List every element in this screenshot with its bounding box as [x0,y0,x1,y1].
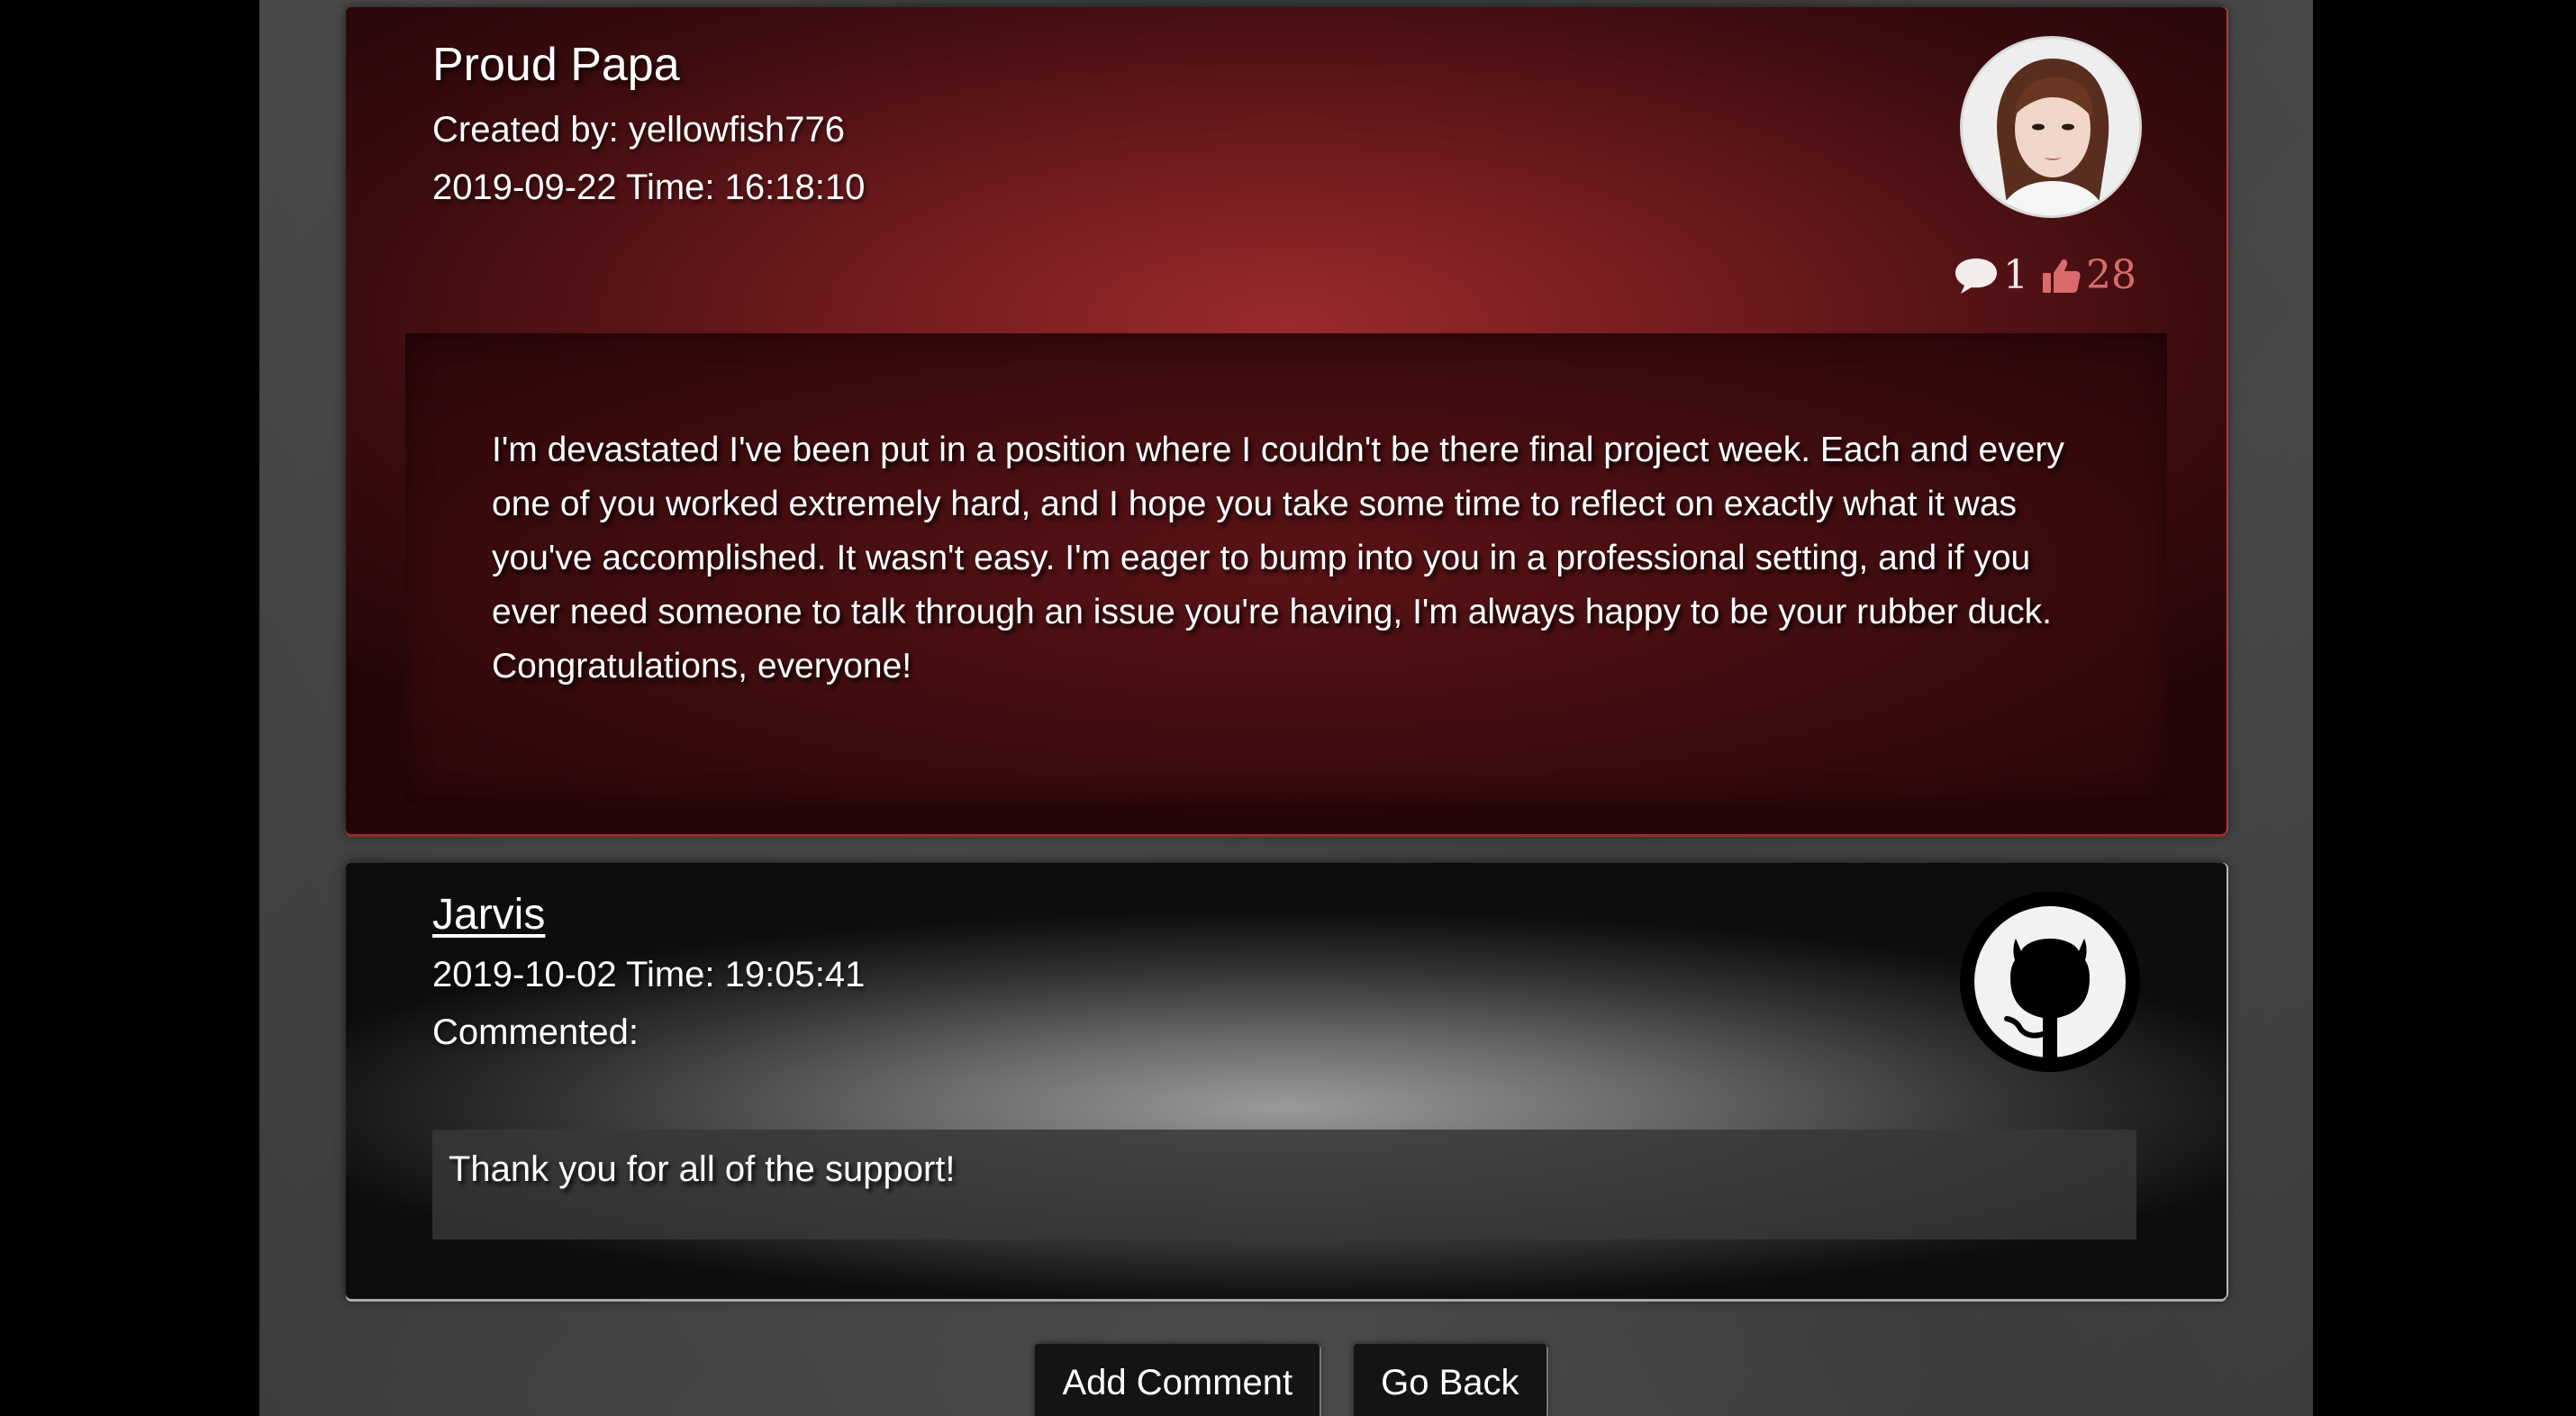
content-column: Proud Papa Created by: yellowfish776 201… [259,0,2313,1416]
speech-bubble-icon [1955,258,1997,294]
comment-body-box: Thank you for all of the support! [432,1130,2136,1239]
comment-datetime: 2019-10-02 Time: 19:05:41 [432,955,866,994]
post-stats: 1 28 [1953,252,2136,298]
go-back-button[interactable]: Go Back [1354,1344,1547,1416]
thumbs-up-icon [2043,259,2081,293]
comment-label: Commented: [432,1012,639,1052]
page: Proud Papa Created by: yellowfish776 201… [0,0,2576,1416]
post-card: Proud Papa Created by: yellowfish776 201… [346,7,2227,834]
like-count[interactable]: 28 [2041,252,2136,298]
user-photo-avatar-icon [1963,39,2139,215]
post-datetime: 2019-09-22 Time: 16:18:10 [432,168,866,207]
comment-count[interactable]: 1 [1953,252,2028,298]
commenter-avatar [1960,892,2140,1072]
comment-card: Jarvis 2019-10-02 Time: 19:05:41 Comment… [346,863,2227,1299]
github-icon [1960,892,2140,1072]
post-title: Proud Papa [432,39,680,91]
post-body: I'm devastated I've been put in a positi… [492,431,2064,685]
post-body-box: I'm devastated I've been put in a positi… [405,333,2167,802]
author-avatar [1960,36,2142,218]
comment-body: Thank you for all of the support! [449,1149,956,1189]
post-creator: Created by: yellowfish776 [432,110,846,150]
action-bar: Add Comment Go Back [259,1344,2313,1416]
comment-author-link[interactable]: Jarvis [432,890,545,939]
add-comment-button[interactable]: Add Comment [1035,1344,1320,1416]
like-count-value: 28 [2086,252,2136,298]
comment-count-value: 1 [2003,252,2028,298]
